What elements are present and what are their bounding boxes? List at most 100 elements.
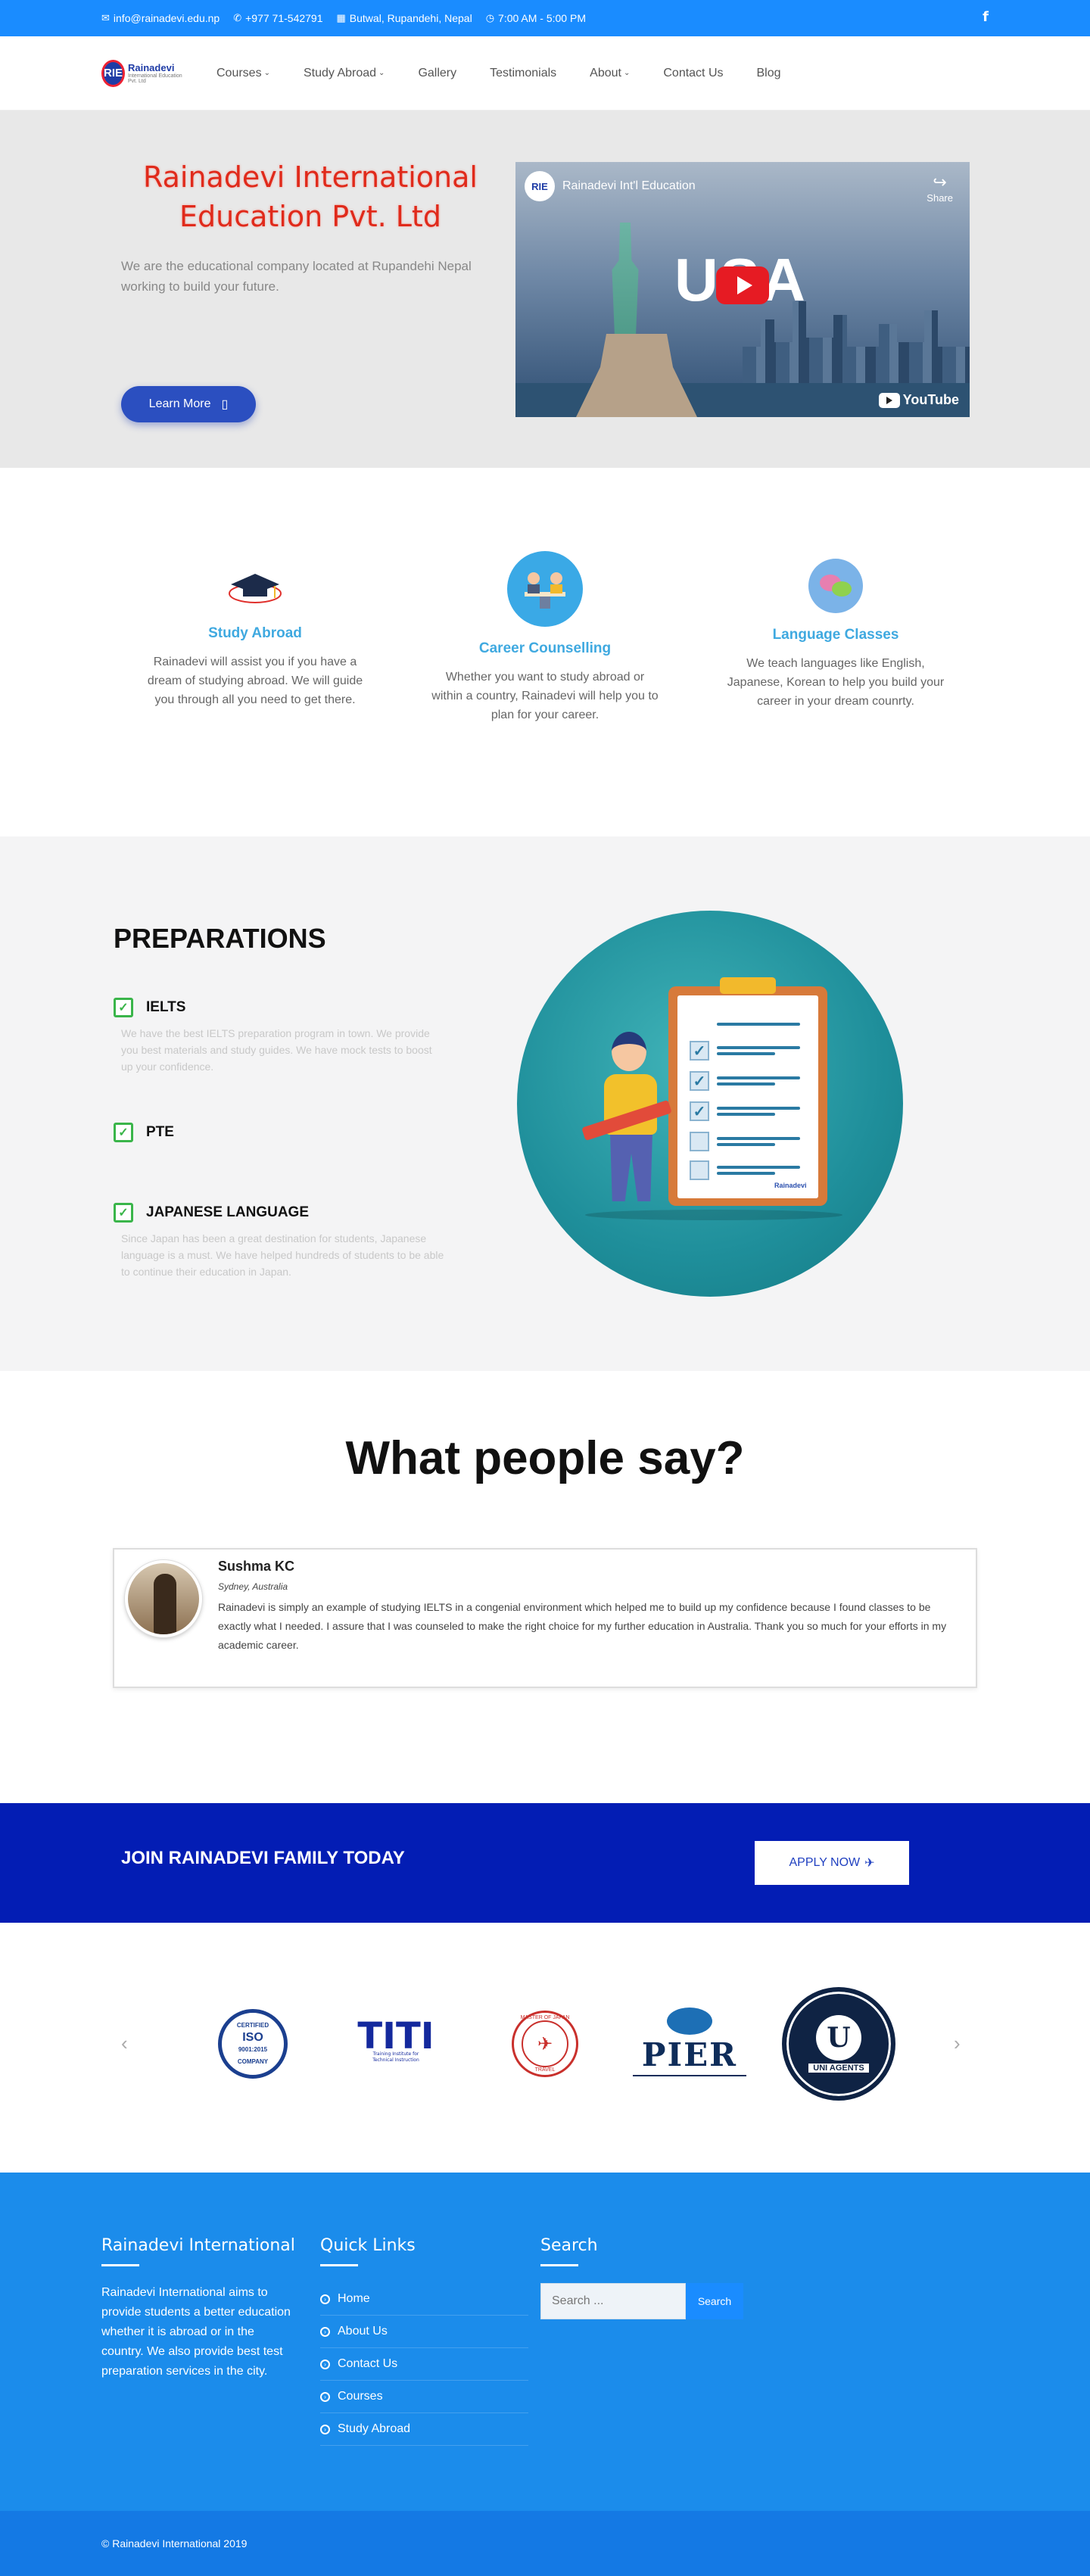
logo-tagline: International Education Pvt. Ltd: [128, 73, 182, 84]
hero-title: Rainadevi International Education Pvt. L…: [143, 160, 478, 233]
nav-item-study-abroad[interactable]: Study Abroad ⌄: [304, 67, 385, 80]
pedestal-image: [576, 334, 697, 417]
partner-logo-uni-agents[interactable]: U UNI AGENTS: [782, 1987, 895, 2101]
section-heading: PREPARATIONS: [114, 923, 326, 954]
channel-avatar: RIE: [525, 171, 555, 201]
chevron-right-icon: ›: [320, 2326, 330, 2337]
service-career-counselling: Career Counselling Whether you want to s…: [431, 551, 659, 724]
video-title: Rainadevi Int'l Education: [562, 179, 696, 192]
search-input[interactable]: Search ...: [540, 2283, 686, 2319]
prep-item-japanese[interactable]: ✓ JAPANESE LANGUAGE Since Japan has been …: [114, 1203, 447, 1280]
video-title-bar[interactable]: RIE Rainadevi Int'l Education: [525, 171, 696, 201]
nav-item-gallery[interactable]: Gallery: [418, 67, 456, 80]
footer-about: Rainadevi International Rainadevi Intern…: [101, 2236, 298, 2381]
apply-now-button[interactable]: APPLY NOW ✈: [755, 1841, 909, 1885]
checklist-illustration: ✓ ✓ ✓ Rainadevi: [517, 911, 903, 1297]
envelope-icon: ✉: [101, 12, 110, 23]
partners-carousel: ‹ › CERTIFIED ISO 9001:2015 COMPANY TITI…: [0, 1923, 1090, 2173]
email-contact[interactable]: ✉ info@rainadevi.edu.np: [101, 12, 220, 24]
nav-item-courses[interactable]: Courses ⌄: [216, 67, 270, 80]
prep-item-ielts[interactable]: ✓ IELTS We have the best IELTS preparatio…: [114, 998, 447, 1075]
testimonial-card: Sushma KC Sydney, Australia Rainadevi is…: [113, 1548, 977, 1688]
footer-heading: Rainadevi International: [101, 2236, 295, 2255]
partner-logo-japan-travel[interactable]: MASTER OF JAPAN ✈ TRAVEL: [512, 2011, 578, 2077]
checklist-row: [690, 1132, 800, 1151]
hero-subtitle: We are the educational company located a…: [121, 259, 472, 294]
video-play-button[interactable]: [716, 266, 769, 304]
main-navbar: RIE Rainadevi International Education Pv…: [0, 36, 1090, 111]
chevron-right-icon: ›: [320, 2391, 330, 2402]
copyright-bar: © Rainadevi International 2019: [0, 2511, 1090, 2576]
footer-link-home[interactable]: › Home: [320, 2283, 528, 2316]
cta-heading: JOIN RAINADEVI FAMILY TODAY: [121, 1848, 405, 1868]
logo-mark: RIE: [101, 59, 126, 87]
chevron-right-icon: ›: [320, 2294, 330, 2304]
service-title: Career Counselling: [478, 640, 612, 656]
crane-icon: ✈: [522, 2020, 568, 2067]
clock-icon: ◷: [485, 12, 495, 23]
prep-item-text: We have the best IELTS preparation progr…: [121, 1027, 432, 1073]
counselling-icon: [507, 551, 583, 627]
checkbox-checked-icon: ✓: [114, 1123, 133, 1142]
phone-contact[interactable]: ✆ +977 71-542791: [233, 12, 322, 24]
footer-link-about[interactable]: › About Us: [320, 2316, 528, 2348]
checklist-row: ✓: [690, 1101, 800, 1121]
checkbox-checked-icon: ✓: [114, 998, 133, 1017]
footer-about-text: Rainadevi International aims to provide …: [101, 2286, 291, 2378]
chevron-right-icon: ›: [320, 2424, 330, 2434]
language-icon: [808, 559, 863, 613]
partner-logo-iso[interactable]: CERTIFIED ISO 9001:2015 COMPANY: [218, 2009, 288, 2079]
pier-emblem-icon: [667, 2008, 712, 2035]
footer-search: Search Search ... Search: [540, 2236, 743, 2319]
arrow-icon: ▯: [221, 398, 229, 411]
service-text: Whether you want to study abroad or with…: [431, 671, 659, 721]
nav-item-blog[interactable]: Blog: [757, 67, 781, 80]
checklist-row: ✓: [690, 1041, 800, 1061]
illustration-brand: Rainadevi: [774, 1182, 807, 1189]
learn-more-button[interactable]: Learn More ▯: [121, 386, 256, 422]
partner-logo-titi[interactable]: TITI Training Institute for Technical In…: [357, 2012, 434, 2073]
preparations-section: PREPARATIONS ✓ IELTS We have the best IEL…: [0, 836, 1090, 1371]
check-icon: ✓: [690, 1041, 709, 1061]
chevron-down-icon: ⌄: [263, 69, 270, 77]
site-logo[interactable]: RIE Rainadevi International Education Pv…: [101, 59, 185, 87]
service-study-abroad: Study Abroad Rainadevi will assist you i…: [142, 566, 369, 709]
youtube-icon: [878, 392, 900, 408]
prep-item-text: Since Japan has been a great destination…: [121, 1232, 444, 1278]
nav-menu: Courses ⌄ Study Abroad ⌄ Gallery Testimoni…: [200, 67, 798, 80]
share-icon: ↪: [933, 173, 947, 192]
service-text: Rainadevi will assist you if you have a …: [147, 656, 363, 706]
map-icon: ▦: [336, 12, 346, 23]
footer-link-study-abroad[interactable]: › Study Abroad: [320, 2413, 528, 2446]
testimonials-section: What people say? Sushma KC Sydney, Austr…: [0, 1371, 1090, 1803]
footer-link-courses[interactable]: › Courses: [320, 2381, 528, 2413]
youtube-video-embed[interactable]: RIE Rainadevi Int'l Education ↪Share USA…: [515, 162, 970, 417]
top-contact-bar: ✉ info@rainadevi.edu.np ✆ +977 71-542791 ▦…: [0, 0, 1090, 36]
nav-item-testimonials[interactable]: Testimonials: [490, 67, 556, 80]
section-heading: What people say?: [345, 1432, 745, 1484]
chevron-left-icon[interactable]: ‹: [121, 2032, 128, 2055]
hero-section: Rainadevi International Education Pvt. L…: [0, 111, 1090, 468]
service-title: Study Abroad: [208, 625, 302, 641]
check-icon: ✓: [690, 1071, 709, 1091]
facebook-icon[interactable]: f: [983, 9, 989, 25]
checklist-row: ✓: [690, 1071, 800, 1091]
search-button[interactable]: Search: [686, 2283, 743, 2319]
video-share-button[interactable]: ↪ Share: [926, 173, 953, 204]
nav-item-about[interactable]: About ⌄: [590, 67, 630, 80]
checklist-row: [690, 1160, 800, 1180]
join-cta-band: JOIN RAINADEVI FAMILY TODAY APPLY NOW ✈: [0, 1803, 1090, 1923]
service-language-classes: Language Classes We teach languages like…: [722, 559, 949, 711]
plane-icon: ✈: [864, 1857, 875, 1870]
play-icon: [737, 276, 752, 294]
student-figure: [581, 1024, 672, 1213]
site-footer: Rainadevi International Rainadevi Intern…: [0, 2173, 1090, 2511]
partner-logo-pier[interactable]: PIER: [633, 2008, 746, 2076]
check-icon: ✓: [690, 1101, 709, 1121]
prep-item-pte[interactable]: ✓ PTE: [114, 1123, 447, 1142]
nav-item-contact[interactable]: Contact Us: [663, 67, 723, 80]
footer-link-contact[interactable]: › Contact Us: [320, 2348, 528, 2381]
chevron-right-icon[interactable]: ›: [954, 2032, 961, 2055]
graduation-cap-icon: [225, 566, 285, 612]
youtube-logo[interactable]: YouTube: [878, 392, 959, 408]
